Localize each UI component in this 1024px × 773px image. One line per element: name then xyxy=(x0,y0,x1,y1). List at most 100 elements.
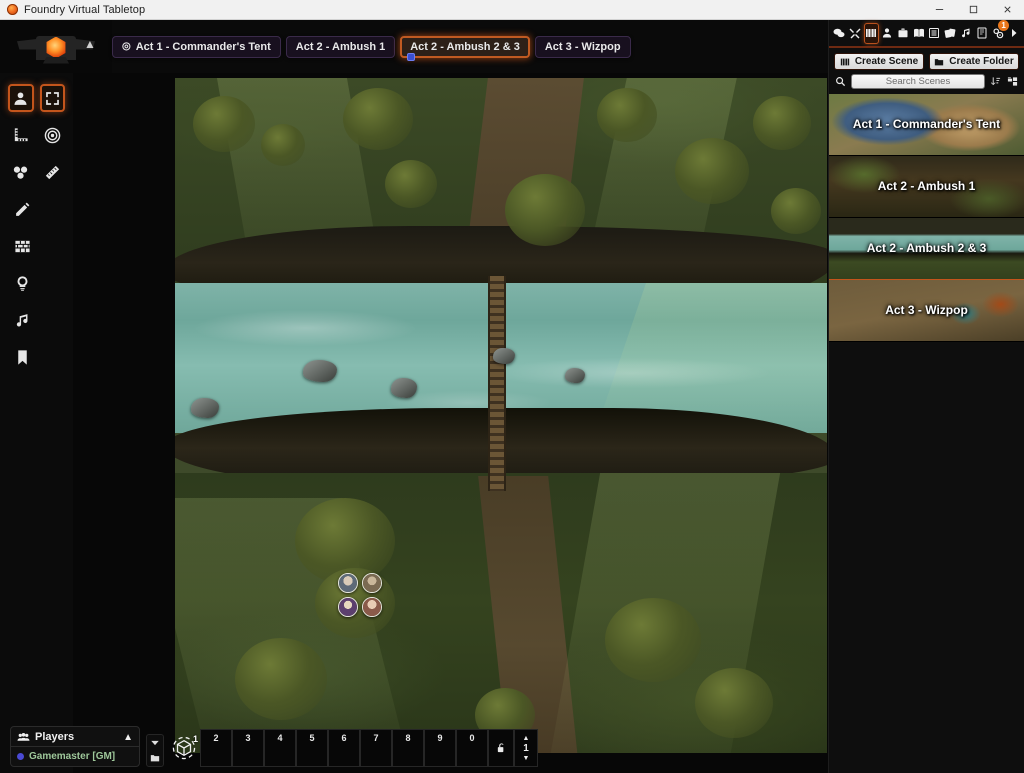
minimize-button[interactable] xyxy=(922,0,956,20)
scene-tab-act2-ambush2-3[interactable]: Act 2 - Ambush 2 & 3 xyxy=(400,35,530,61)
map-book-icon xyxy=(840,58,849,65)
scene-entry-act2-ambush1[interactable]: Act 2 - Ambush 1 xyxy=(829,156,1024,218)
tool-row xyxy=(0,158,73,186)
caret-down-icon[interactable]: ▼ xyxy=(523,755,530,762)
scene-map-image[interactable] xyxy=(175,78,827,753)
map-rock xyxy=(493,348,515,364)
sidebar-tab-items[interactable] xyxy=(895,23,910,44)
map-tree xyxy=(235,638,327,720)
sidebar-tab-settings[interactable]: 1 xyxy=(990,19,1010,44)
caret-up-icon[interactable]: ▲ xyxy=(523,735,530,742)
window-title: Foundry Virtual Tabletop xyxy=(24,3,146,16)
scene-entry-act2-ambush2-3[interactable]: Act 2 - Ambush 2 & 3 xyxy=(829,218,1024,280)
folder-tree-icon[interactable] xyxy=(1006,75,1019,88)
macro-slot-2[interactable]: 2 xyxy=(200,729,232,767)
player-row[interactable]: Gamemaster [GM] xyxy=(11,747,139,766)
tool-row xyxy=(0,343,73,371)
players-header[interactable]: Players ▲ xyxy=(11,727,139,747)
tiles-tool[interactable] xyxy=(8,158,34,186)
sidebar-tab-journal[interactable] xyxy=(911,23,926,44)
folder-icon[interactable] xyxy=(150,753,160,763)
drawings-tool[interactable] xyxy=(8,195,37,223)
sidebar-tab-chat[interactable] xyxy=(832,23,847,44)
scene-tab-act3-wizpop[interactable]: Act 3 - Wizpop xyxy=(534,35,631,58)
tool-row xyxy=(0,195,73,223)
token-controls-tool[interactable] xyxy=(8,84,34,112)
close-button[interactable] xyxy=(990,0,1024,20)
scene-entry-name: Act 2 - Ambush 1 xyxy=(877,178,976,193)
scene-tab-label: Act 2 - Ambush 1 xyxy=(295,40,386,53)
create-scene-button[interactable]: Create Scene xyxy=(834,53,924,70)
macro-slot-5[interactable]: 5 xyxy=(296,729,328,767)
token-group[interactable] xyxy=(338,573,388,621)
lighting-tool[interactable] xyxy=(8,269,37,297)
application-root: ▲ ◎ Act 1 - Commander's Tent Act 2 - Amb… xyxy=(0,19,1024,773)
maximize-button[interactable] xyxy=(956,0,990,20)
sidebar-tab-tables[interactable] xyxy=(927,23,942,44)
map-tree xyxy=(771,188,821,234)
sidebar-tab-cards[interactable] xyxy=(943,23,958,44)
tool-row xyxy=(0,84,73,112)
token-1[interactable] xyxy=(338,573,358,593)
scene-tab-act2-ambush1[interactable]: Act 2 - Ambush 1 xyxy=(285,35,396,58)
select-target-tool[interactable] xyxy=(39,84,65,112)
macro-slot-6[interactable]: 6 xyxy=(328,729,360,767)
map-tree xyxy=(505,174,585,246)
map-rock xyxy=(391,378,417,398)
sidebar-tab-actors[interactable] xyxy=(880,23,895,44)
chevron-up-icon[interactable]: ▲ xyxy=(123,732,133,743)
scene-tab-label: Act 2 - Ambush 2 & 3 xyxy=(410,40,520,53)
map-tree xyxy=(675,138,749,204)
macro-slot-8[interactable]: 8 xyxy=(392,729,424,767)
sounds-tool[interactable] xyxy=(8,306,37,334)
hotbar-lock-button[interactable] xyxy=(488,729,514,767)
sidebar-tab-bar: 1 xyxy=(829,19,1024,48)
macro-slot-4[interactable]: 4 xyxy=(264,729,296,767)
map-tree xyxy=(343,88,413,150)
ruler-tool[interactable] xyxy=(40,158,66,186)
map-tree xyxy=(753,96,811,150)
sidebar-collapse-button[interactable] xyxy=(1006,23,1021,44)
dice-roller-button[interactable]: 1 xyxy=(168,729,200,767)
target-icon: ◎ xyxy=(122,40,131,52)
sidebar-tab-compendium[interactable] xyxy=(974,23,989,44)
scene-controls-palette xyxy=(0,73,73,773)
macro-hotbar: 1 2 3 4 5 6 7 8 9 0 ▲ 1 ▼ xyxy=(168,729,538,767)
macro-slot-0[interactable]: 0 xyxy=(456,729,488,767)
scene-entry-act1[interactable]: Act 1 - Commander's Tent xyxy=(829,94,1024,156)
player-name: Gamemaster [GM] xyxy=(29,751,116,762)
token-3[interactable] xyxy=(338,597,358,617)
player-color-dot xyxy=(17,753,24,760)
macro-slot-7[interactable]: 7 xyxy=(360,729,392,767)
tool-row xyxy=(0,306,73,334)
target-tool[interactable] xyxy=(40,121,66,149)
macro-slot-3[interactable]: 3 xyxy=(232,729,264,767)
sidebar-tab-scenes[interactable] xyxy=(863,22,879,44)
sidebar-tab-combat[interactable] xyxy=(848,23,863,44)
scene-entry-act3-wizpop[interactable]: Act 3 - Wizpop xyxy=(829,280,1024,342)
map-tree xyxy=(193,96,255,152)
tool-row xyxy=(0,269,73,297)
create-folder-button[interactable]: Create Folder xyxy=(929,53,1019,70)
hotbar-page-number: 1 xyxy=(523,742,529,754)
token-2[interactable] xyxy=(362,573,382,593)
caret-down-icon[interactable] xyxy=(150,738,160,748)
players-panel: Players ▲ Gamemaster [GM] xyxy=(10,726,140,767)
sort-icon[interactable] xyxy=(989,75,1002,88)
notes-tool[interactable] xyxy=(8,343,37,371)
search-input[interactable] xyxy=(851,74,985,89)
map-rock xyxy=(565,368,585,383)
macro-slot-9[interactable]: 9 xyxy=(424,729,456,767)
scene-directory-list: Act 1 - Commander's Tent Act 2 - Ambush … xyxy=(829,94,1024,342)
token-4[interactable] xyxy=(362,597,382,617)
map-tree xyxy=(261,124,305,166)
scene-tab-act1[interactable]: ◎ Act 1 - Commander's Tent xyxy=(112,35,281,58)
sidebar-tab-playlists[interactable] xyxy=(959,23,974,44)
walls-tool[interactable] xyxy=(8,232,37,260)
map-tree xyxy=(605,598,701,682)
tool-row xyxy=(0,232,73,260)
measure-template-tool[interactable] xyxy=(8,121,34,149)
dice-slot-number: 1 xyxy=(192,734,198,744)
chevron-up-icon[interactable]: ▲ xyxy=(84,38,96,50)
hotbar-page-controls[interactable]: ▲ 1 ▼ xyxy=(514,729,538,767)
